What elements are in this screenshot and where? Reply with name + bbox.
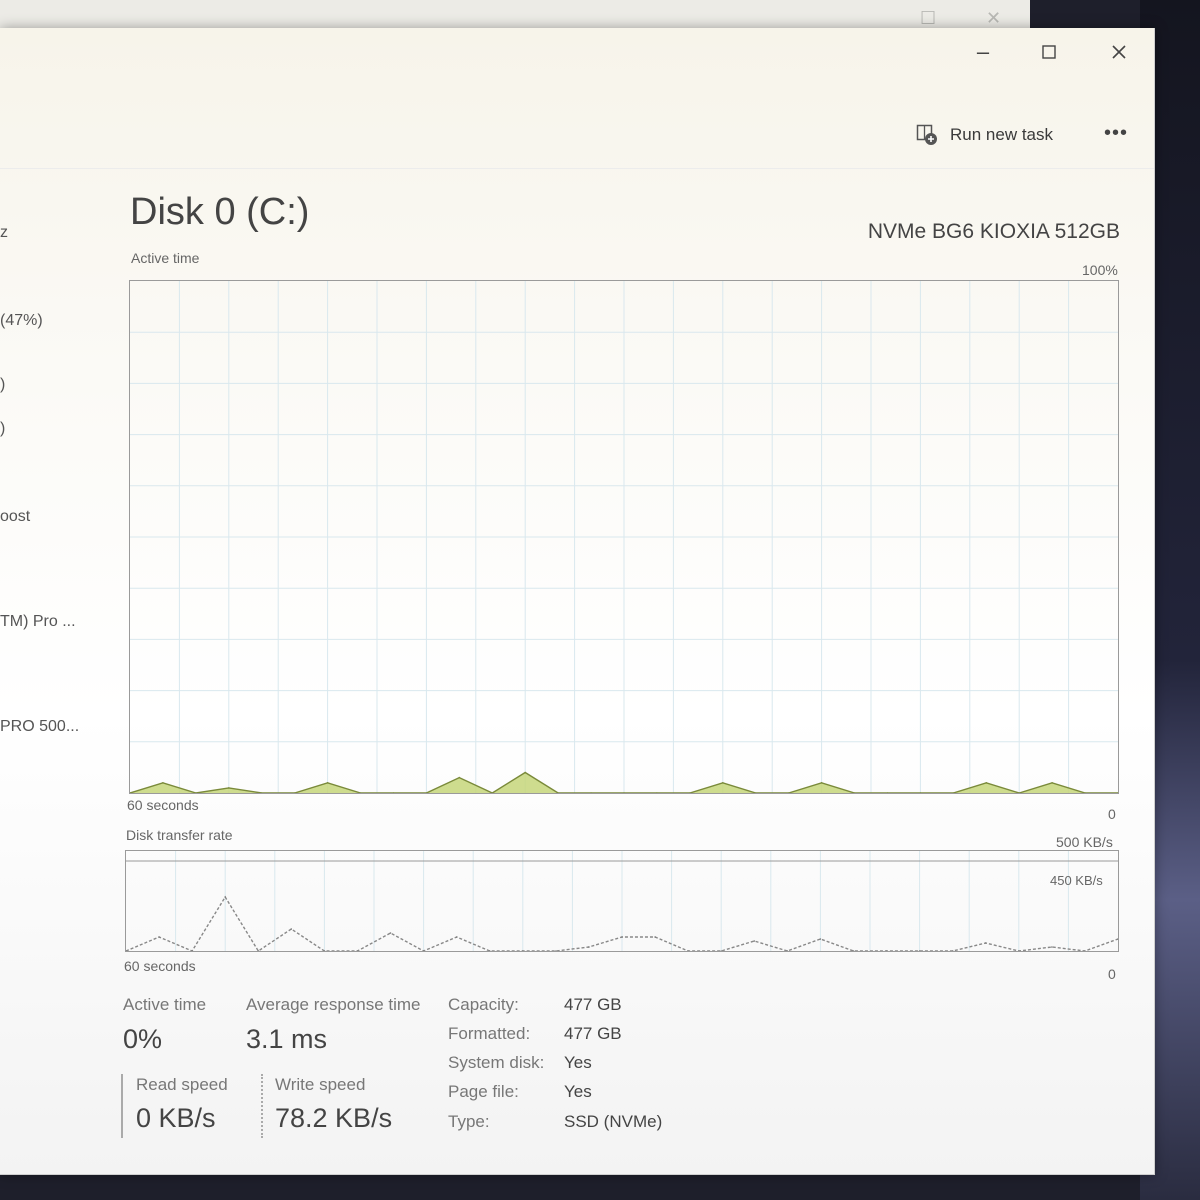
sidebar-item-cpu[interactable]: z xyxy=(0,224,8,242)
avg-response-stat-label: Average response time xyxy=(246,995,421,1014)
performance-sidebar: z (47%) ) ) oost TM) Pro ... PRO 500... xyxy=(0,168,100,1168)
sidebar-item-network[interactable]: oost xyxy=(0,508,30,526)
avg-response-stat-value: 3.1 ms xyxy=(246,1024,328,1054)
disk-model: NVMe BG6 KIOXIA 512GB xyxy=(867,220,1120,243)
active-time-stat-value: 0% xyxy=(123,1024,163,1054)
formatted-label: Formatted: xyxy=(448,1024,531,1043)
background-maximize-icon: ☐ xyxy=(920,8,937,28)
active-time-data-point xyxy=(458,776,461,779)
page-file-value: Yes xyxy=(564,1082,592,1101)
transfer-rate-duration-label: 60 seconds xyxy=(124,958,196,974)
transfer-rate-data-point xyxy=(290,928,293,930)
active-time-data-point xyxy=(524,771,526,774)
capacity-value: 477 GB xyxy=(564,995,622,1014)
transfer-rate-data-point xyxy=(158,936,160,938)
active-time-graph-label: Active time xyxy=(131,250,200,266)
active-time-data-point xyxy=(162,782,164,784)
read-speed-value: 0 KB/s xyxy=(136,1103,216,1133)
transfer-rate-data-point xyxy=(621,936,623,938)
minimize-button[interactable]: – xyxy=(955,32,1011,72)
close-button[interactable] xyxy=(1091,32,1147,72)
transfer-rate-data-point xyxy=(1051,946,1053,948)
active-time-duration-label: 60 seconds xyxy=(127,797,199,813)
active-time-data-point xyxy=(722,782,724,784)
write-speed-divider xyxy=(261,1074,263,1138)
sidebar-item-gpu-0[interactable]: TM) Pro ... xyxy=(0,613,76,631)
active-time-data-point xyxy=(1051,782,1053,784)
formatted-value: 477 GB xyxy=(564,1024,622,1043)
active-time-data-point xyxy=(228,787,230,789)
transfer-rate-data-point xyxy=(819,938,822,940)
active-time-graph xyxy=(129,280,1119,794)
transfer-rate-data-point xyxy=(654,936,656,938)
sidebar-item-disk-0[interactable]: ) xyxy=(0,376,5,394)
transfer-rate-graph-label: Disk transfer rate xyxy=(126,827,233,843)
transfer-rate-inner-label: 450 KB/s xyxy=(1050,873,1103,888)
run-new-task-label: Run new task xyxy=(950,125,1053,144)
transfer-rate-data-point xyxy=(984,942,987,944)
maximize-button[interactable] xyxy=(1021,32,1077,72)
type-label: Type: xyxy=(448,1112,490,1131)
transfer-rate-min-label: 0 xyxy=(1108,966,1116,982)
maximize-icon xyxy=(1042,45,1056,59)
transfer-rate-data-point xyxy=(720,950,722,951)
transfer-rate-data-point xyxy=(455,936,458,938)
active-time-data-point xyxy=(820,782,823,784)
sidebar-item-gpu-1[interactable]: PRO 500... xyxy=(0,718,79,736)
transfer-rate-max-label: 500 KB/s xyxy=(1056,834,1113,850)
run-new-task-icon xyxy=(916,124,937,145)
active-time-data-point xyxy=(326,782,329,784)
transfer-rate-data-point xyxy=(588,946,590,948)
page-title: Disk 0 (C:) xyxy=(130,191,310,233)
page-file-label: Page file: xyxy=(448,1082,519,1101)
close-icon xyxy=(1112,45,1126,59)
capacity-label: Capacity: xyxy=(448,995,519,1014)
write-speed-value: 78.2 KB/s xyxy=(275,1103,393,1133)
transfer-rate-data-point xyxy=(224,896,226,898)
read-speed-divider xyxy=(121,1074,123,1138)
read-speed-label: Read speed xyxy=(136,1075,228,1094)
type-value: SSD (NVMe) xyxy=(564,1112,663,1131)
background-close-icon: ✕ xyxy=(986,8,1002,28)
system-disk-value: Yes xyxy=(564,1053,592,1072)
system-disk-label: System disk: xyxy=(448,1053,545,1072)
sidebar-item-disk-1[interactable]: ) xyxy=(0,420,5,438)
transfer-rate-data-point xyxy=(389,932,392,934)
more-options-button[interactable]: ••• xyxy=(1104,122,1128,145)
active-time-min-label: 0 xyxy=(1108,806,1116,822)
command-bar: Run new task ••• xyxy=(0,88,1154,169)
active-time-data-point xyxy=(985,782,988,784)
write-speed-label: Write speed xyxy=(275,1075,366,1094)
sidebar-item-memory[interactable]: (47%) xyxy=(0,312,43,330)
task-manager-window: – Run new task ••• z (47%) )) oost TM) … xyxy=(0,28,1155,1175)
active-time-max-label: 100% xyxy=(1082,262,1118,278)
transfer-rate-chart xyxy=(126,851,1118,951)
transfer-rate-data-point xyxy=(555,950,557,951)
active-time-chart xyxy=(130,281,1118,793)
active-time-stat-label: Active time xyxy=(123,995,207,1014)
transfer-rate-graph: 450 KB/s xyxy=(125,850,1119,952)
run-new-task-button[interactable]: Run new task xyxy=(916,124,1053,146)
minimize-icon: – xyxy=(976,39,990,64)
title-bar: – xyxy=(0,28,1154,78)
transfer-rate-data-point xyxy=(753,940,756,942)
